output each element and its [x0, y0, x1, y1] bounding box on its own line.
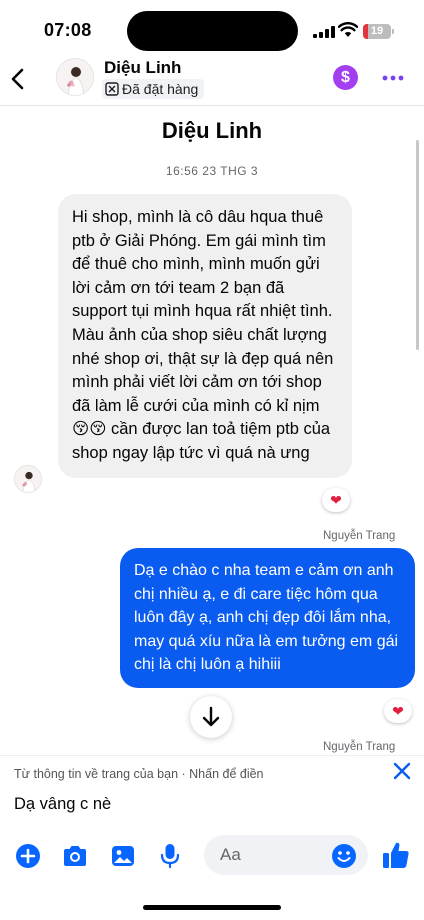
- order-status-label: Đã đặt hàng: [122, 81, 199, 97]
- heart-icon: ❤: [392, 703, 404, 719]
- autofill-hint: Từ thông tin về trang của bạn · Nhấn để …: [14, 767, 264, 781]
- autofill-suggestion-panel[interactable]: Từ thông tin về trang của bạn · Nhấn để …: [0, 755, 424, 830]
- camera-icon[interactable]: [61, 842, 89, 870]
- close-icon[interactable]: [390, 759, 414, 783]
- battery-percentage: 19: [370, 25, 384, 37]
- wifi-icon: [338, 22, 358, 37]
- payment-button[interactable]: $: [333, 65, 358, 90]
- scroll-to-bottom-button[interactable]: [190, 696, 232, 738]
- back-button[interactable]: [6, 62, 34, 96]
- microphone-icon[interactable]: [156, 842, 184, 870]
- arrow-down-icon: [202, 706, 220, 727]
- scrollbar[interactable]: [416, 140, 419, 350]
- conversation-title: Diệu Linh: [161, 118, 263, 143]
- emoji-icon[interactable]: [330, 842, 358, 870]
- sender-avatar: [14, 465, 42, 493]
- message-composer: [0, 830, 424, 880]
- contact-name[interactable]: Diệu Linh: [104, 58, 181, 78]
- avatar[interactable]: [56, 58, 94, 96]
- incoming-message-bubble[interactable]: Hi shop, mình là cô dâu hqua thuê ptb ở …: [58, 194, 352, 478]
- cellular-signal-icon: [313, 26, 335, 38]
- order-box-icon: [105, 82, 119, 96]
- sender-name: Nguyễn Trang: [323, 741, 396, 753]
- profile-photo-icon: [15, 466, 41, 492]
- heart-icon: ❤: [330, 492, 342, 508]
- dollar-icon: $: [341, 69, 350, 86]
- battery-icon: 19: [363, 24, 391, 39]
- outgoing-message-bubble[interactable]: Dạ e chào c nha team e cảm ơn anh chị nh…: [120, 548, 415, 688]
- status-bar: 07:08 19: [0, 0, 424, 52]
- profile-photo-icon: [57, 59, 93, 95]
- sender-name: Nguyễn Trang: [323, 530, 396, 542]
- heart-reaction[interactable]: ❤: [384, 699, 412, 723]
- dynamic-island: [127, 11, 298, 51]
- thumbs-up-icon[interactable]: [381, 840, 411, 870]
- plus-circle-icon[interactable]: [14, 842, 42, 870]
- conversation-timestamp: 16:56 23 THG 3: [165, 164, 259, 178]
- gallery-icon[interactable]: [109, 842, 137, 870]
- order-status-badge[interactable]: Đã đặt hàng: [102, 79, 205, 99]
- heart-reaction[interactable]: ❤: [322, 488, 350, 512]
- battery-cap: [392, 29, 394, 34]
- chat-header: Diệu Linh Đã đặt hàng $: [0, 52, 424, 106]
- more-options-button[interactable]: [380, 66, 406, 90]
- autofill-suggestion-text[interactable]: Dạ vâng c nè: [14, 795, 111, 814]
- home-indicator: [143, 905, 281, 910]
- status-time: 07:08: [44, 20, 92, 40]
